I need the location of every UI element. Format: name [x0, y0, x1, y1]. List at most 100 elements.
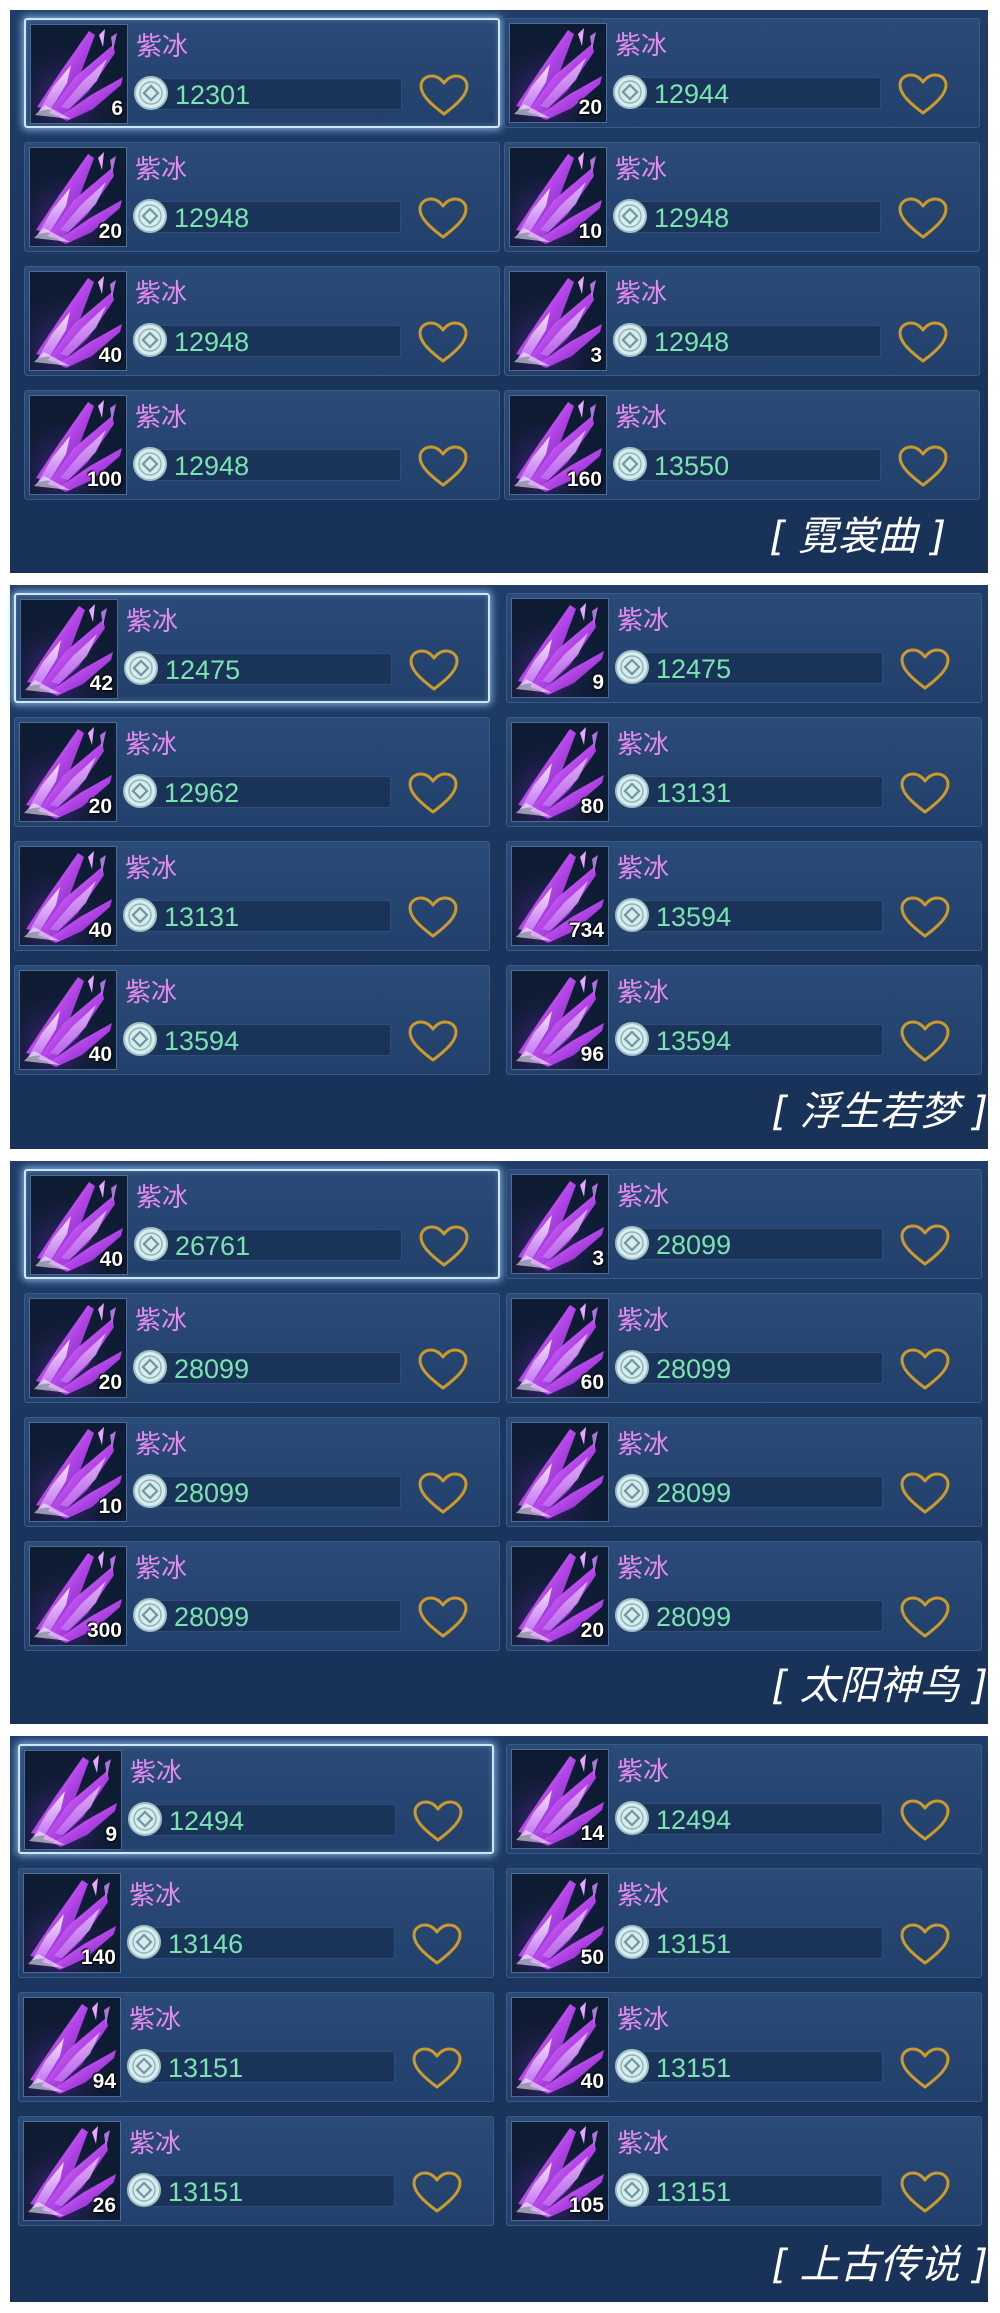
purple-crystal-icon[interactable]: 9 — [24, 1750, 122, 1850]
item-name: 紫冰 — [617, 730, 670, 760]
listing-card[interactable]: 60 紫冰 28099 — [506, 1293, 982, 1403]
heart-outline-icon[interactable] — [899, 1472, 951, 1516]
listing-card[interactable]: 50 紫冰 13151 — [506, 1868, 982, 1978]
item-price: 12494 — [656, 1805, 732, 1835]
purple-crystal-icon[interactable]: 20 — [509, 23, 607, 123]
purple-crystal-icon[interactable]: 9 — [511, 598, 609, 698]
heart-outline-icon[interactable] — [418, 74, 470, 118]
purple-crystal-icon[interactable]: 50 — [511, 1873, 609, 1973]
listing-card[interactable]: 100 紫冰 12948 — [24, 390, 500, 500]
purple-crystal-icon[interactable]: 20 — [29, 1298, 127, 1398]
purple-crystal-icon[interactable]: 105 — [511, 2121, 609, 2221]
purple-crystal-icon[interactable]: 20 — [19, 722, 117, 822]
purple-crystal-icon[interactable]: 100 — [29, 395, 127, 495]
listing-card[interactable]: 42 紫冰 12475 — [14, 593, 490, 703]
purple-crystal-icon[interactable]: 140 — [23, 1873, 121, 1973]
listing-card[interactable]: 9 紫冰 12475 — [506, 593, 982, 703]
purple-crystal-icon[interactable]: 6 — [30, 24, 128, 124]
listing-card[interactable]: 300 紫冰 28099 — [24, 1541, 500, 1651]
purple-crystal-icon[interactable]: 14 — [511, 1749, 609, 1849]
heart-outline-icon[interactable] — [411, 2047, 463, 2091]
purple-crystal-icon[interactable]: 3 — [511, 1174, 609, 1274]
heart-outline-icon[interactable] — [899, 1596, 951, 1640]
purple-crystal-icon[interactable]: 3 — [509, 271, 607, 371]
heart-outline-icon[interactable] — [417, 1472, 469, 1516]
listing-card[interactable]: 40 紫冰 13594 — [14, 965, 490, 1075]
heart-outline-icon[interactable] — [411, 1923, 463, 1967]
listing-card[interactable]: 160 紫冰 13550 — [504, 390, 980, 500]
heart-outline-icon[interactable] — [412, 1800, 464, 1844]
heart-outline-icon[interactable] — [899, 1224, 951, 1268]
purple-crystal-icon[interactable] — [511, 1422, 609, 1522]
item-quantity: 40 — [580, 2070, 604, 2093]
purple-crystal-icon[interactable]: 20 — [511, 1546, 609, 1646]
listing-card[interactable]: 94 紫冰 13151 — [18, 1992, 494, 2102]
listing-card[interactable]: 80 紫冰 13131 — [506, 717, 982, 827]
heart-outline-icon[interactable] — [417, 197, 469, 241]
heart-outline-icon[interactable] — [417, 445, 469, 489]
heart-outline-icon[interactable] — [897, 197, 949, 241]
purple-crystal-icon[interactable]: 40 — [29, 271, 127, 371]
purple-crystal-icon[interactable]: 96 — [511, 970, 609, 1070]
purple-crystal-icon[interactable]: 60 — [511, 1298, 609, 1398]
listing-card[interactable]: 40 紫冰 12948 — [24, 266, 500, 376]
listing-card[interactable]: 734 紫冰 13594 — [506, 841, 982, 951]
heart-outline-icon[interactable] — [899, 2047, 951, 2091]
heart-outline-icon[interactable] — [417, 1596, 469, 1640]
listing-card[interactable]: 紫冰 28099 — [506, 1417, 982, 1527]
heart-outline-icon[interactable] — [417, 1348, 469, 1392]
heart-outline-icon[interactable] — [899, 2171, 951, 2215]
purple-crystal-icon[interactable]: 10 — [29, 1422, 127, 1522]
heart-outline-icon[interactable] — [407, 1020, 459, 1064]
listing-card[interactable]: 26 紫冰 13151 — [18, 2116, 494, 2226]
purple-crystal-icon[interactable]: 94 — [23, 1997, 121, 2097]
purple-crystal-icon[interactable]: 40 — [19, 970, 117, 1070]
purple-crystal-icon[interactable]: 80 — [511, 722, 609, 822]
purple-crystal-icon[interactable]: 42 — [20, 599, 118, 699]
purple-crystal-icon[interactable]: 300 — [29, 1546, 127, 1646]
listing-card[interactable]: 3 紫冰 12948 — [504, 266, 980, 376]
listing-card[interactable]: 105 紫冰 13151 — [506, 2116, 982, 2226]
heart-outline-icon[interactable] — [411, 2171, 463, 2215]
listing-card[interactable]: 10 紫冰 12948 — [504, 142, 980, 252]
listing-card[interactable]: 40 紫冰 26761 — [24, 1169, 500, 1279]
heart-outline-icon[interactable] — [899, 1799, 951, 1843]
heart-outline-icon[interactable] — [899, 1348, 951, 1392]
listing-card[interactable]: 20 紫冰 28099 — [24, 1293, 500, 1403]
heart-outline-icon[interactable] — [899, 772, 951, 816]
purple-crystal-icon[interactable]: 734 — [511, 846, 609, 946]
purple-crystal-icon[interactable]: 40 — [511, 1997, 609, 2097]
heart-outline-icon[interactable] — [899, 648, 951, 692]
heart-outline-icon[interactable] — [897, 445, 949, 489]
purple-crystal-icon[interactable]: 40 — [30, 1175, 128, 1275]
listing-card[interactable]: 20 紫冰 12962 — [14, 717, 490, 827]
listing-card[interactable]: 10 紫冰 28099 — [24, 1417, 500, 1527]
heart-outline-icon[interactable] — [417, 321, 469, 365]
listing-card[interactable]: 6 紫冰 12301 — [24, 18, 500, 128]
listing-card[interactable]: 3 紫冰 28099 — [506, 1169, 982, 1279]
heart-outline-icon[interactable] — [407, 772, 459, 816]
purple-crystal-icon[interactable]: 26 — [23, 2121, 121, 2221]
purple-crystal-icon[interactable]: 20 — [29, 147, 127, 247]
heart-outline-icon[interactable] — [899, 1923, 951, 1967]
listing-card[interactable]: 40 紫冰 13131 — [14, 841, 490, 951]
heart-outline-icon[interactable] — [899, 1020, 951, 1064]
heart-outline-icon[interactable] — [418, 1225, 470, 1269]
listing-card[interactable]: 9 紫冰 12494 — [18, 1744, 494, 1854]
listing-card[interactable]: 96 紫冰 13594 — [506, 965, 982, 1075]
purple-crystal-icon[interactable]: 10 — [509, 147, 607, 247]
listing-card[interactable]: 14 紫冰 12494 — [506, 1744, 982, 1854]
heart-outline-icon[interactable] — [408, 649, 460, 693]
listing-card[interactable]: 40 紫冰 13151 — [506, 1992, 982, 2102]
heart-outline-icon[interactable] — [407, 896, 459, 940]
listing-card[interactable]: 20 紫冰 12948 — [24, 142, 500, 252]
heart-outline-icon[interactable] — [897, 73, 949, 117]
listing-card[interactable]: 20 紫冰 12944 — [504, 18, 980, 128]
heart-outline-icon[interactable] — [899, 896, 951, 940]
item-quantity: 40 — [88, 919, 112, 942]
purple-crystal-icon[interactable]: 40 — [19, 846, 117, 946]
listing-card[interactable]: 20 紫冰 28099 — [506, 1541, 982, 1651]
heart-outline-icon[interactable] — [897, 321, 949, 365]
purple-crystal-icon[interactable]: 160 — [509, 395, 607, 495]
listing-card[interactable]: 140 紫冰 13146 — [18, 1868, 494, 1978]
